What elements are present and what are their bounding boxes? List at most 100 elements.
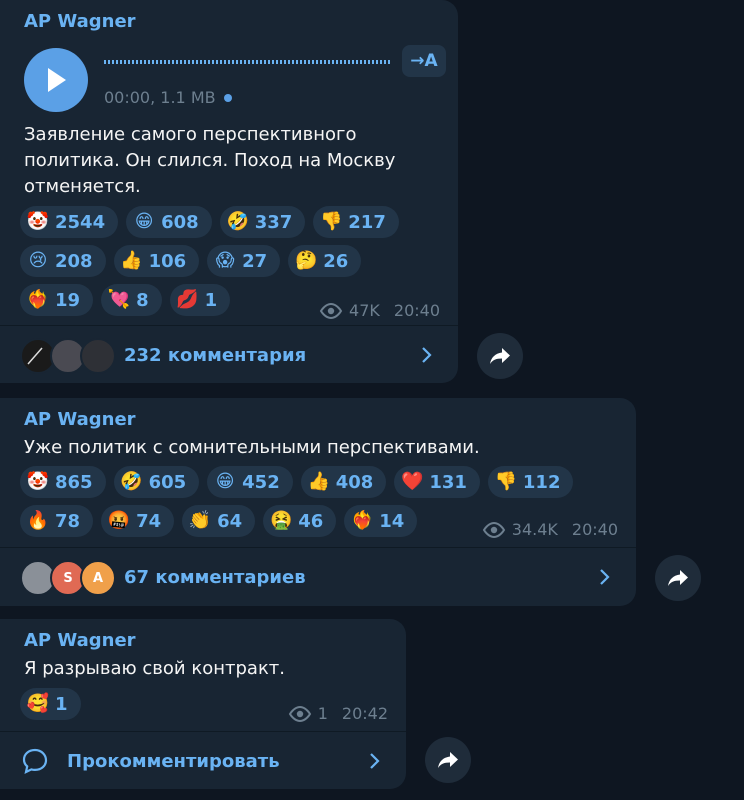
reaction-count: 46 xyxy=(298,510,324,532)
reaction-chip[interactable]: ❤️‍🔥 19 xyxy=(20,284,94,316)
reactions-list: 🤡 2544 😁 608 🤣 337 👎 217 😢 208 👍 106 😱 27 🤔 26 ❤️‍🔥 19 💘 8 💋… xyxy=(20,206,440,316)
share-arrow-icon xyxy=(668,570,688,586)
eye-icon xyxy=(288,705,311,722)
reaction-chip[interactable]: 👎 112 xyxy=(487,466,574,498)
reaction-count: 865 xyxy=(55,471,93,493)
reaction-emoji-icon: 🤡 xyxy=(26,471,50,492)
reaction-emoji-icon: ❤️ xyxy=(401,471,424,492)
message-text: Заявление самого перспективного политика… xyxy=(24,124,396,197)
comments-button[interactable]: 232 комментария xyxy=(0,326,458,384)
reaction-emoji-icon: 👎 xyxy=(494,471,518,492)
reaction-emoji-icon: 👎 xyxy=(320,211,343,232)
reaction-chip[interactable]: 🤮 46 xyxy=(263,505,337,537)
message-text: Уже политик с сомнительными перспективам… xyxy=(24,437,480,458)
reaction-count: 605 xyxy=(148,471,187,493)
unplayed-dot-icon xyxy=(223,93,232,102)
voice-duration: 00:00, 1.1 MB xyxy=(104,88,232,107)
message-author[interactable]: AP Wagner xyxy=(24,11,136,32)
reaction-emoji-icon: 😱 xyxy=(215,250,235,271)
message-time: 20:40 xyxy=(571,520,618,539)
reaction-chip[interactable]: 😁 452 xyxy=(207,466,293,498)
reaction-emoji-icon: 🤔 xyxy=(295,250,318,271)
chevron-right-icon xyxy=(600,569,610,585)
play-icon xyxy=(48,68,66,92)
reaction-count: 131 xyxy=(429,471,467,493)
message-author[interactable]: AP Wagner xyxy=(24,630,136,651)
reaction-count: 78 xyxy=(55,510,81,532)
reaction-count: 608 xyxy=(161,211,199,233)
reaction-chip[interactable]: 🔥 78 xyxy=(20,505,94,537)
reaction-count: 112 xyxy=(522,471,561,493)
view-count: 1 xyxy=(317,704,328,723)
reaction-count: 1 xyxy=(55,693,68,715)
message-bubble-3: AP Wagner Я разрываю свой контракт. 🥰 1 1… xyxy=(0,619,406,789)
reaction-emoji-icon: 😁 xyxy=(215,471,235,492)
message-meta: 47K 20:40 xyxy=(319,301,440,320)
share-button[interactable] xyxy=(655,555,701,601)
reactions-list: 🥰 1 xyxy=(20,688,320,720)
leave-comment-button[interactable]: Прокомментировать xyxy=(0,732,406,790)
message-meta: 34.4K 20:40 xyxy=(482,520,618,539)
comments-count: 67 комментариев xyxy=(124,566,306,588)
reaction-chip[interactable]: 💋 1 xyxy=(169,284,231,316)
message-text: Я разрываю свой контракт. xyxy=(24,658,286,679)
reaction-chip[interactable]: 👍 408 xyxy=(300,466,387,498)
reaction-count: 452 xyxy=(242,471,280,493)
reaction-emoji-icon: ❤️‍🔥 xyxy=(26,289,50,310)
reaction-emoji-icon: 🤡 xyxy=(26,211,50,232)
reaction-chip[interactable]: 👏 64 xyxy=(182,505,256,537)
comments-button[interactable]: S A 67 комментариев xyxy=(0,548,636,606)
reaction-emoji-icon: ❤️‍🔥 xyxy=(351,510,374,531)
reaction-emoji-icon: 🥰 xyxy=(26,693,50,714)
reaction-chip[interactable]: 😁 608 xyxy=(126,206,212,238)
reaction-chip[interactable]: 🥰 1 xyxy=(20,688,81,720)
view-count: 34.4K xyxy=(511,520,558,539)
reaction-chip[interactable]: 👍 106 xyxy=(113,245,200,277)
play-button[interactable] xyxy=(24,48,88,112)
reaction-emoji-icon: 💋 xyxy=(176,289,199,310)
leave-comment-label: Прокомментировать xyxy=(67,750,280,772)
reaction-emoji-icon: 🤣 xyxy=(120,471,143,492)
reaction-emoji-icon: 🔥 xyxy=(26,510,50,531)
reaction-chip[interactable]: 🤔 26 xyxy=(288,245,362,277)
reaction-emoji-icon: 💘 xyxy=(107,289,131,310)
reaction-count: 1 xyxy=(204,289,218,311)
reaction-chip[interactable]: 👎 217 xyxy=(313,206,399,238)
reaction-count: 408 xyxy=(335,471,374,493)
message-bubble-2: AP Wagner Уже политик с сомнительными пе… xyxy=(0,398,636,606)
commenter-avatars xyxy=(20,338,116,374)
reaction-emoji-icon: 🤬 xyxy=(107,510,131,531)
reaction-chip[interactable]: 😱 27 xyxy=(207,245,281,277)
avatar xyxy=(80,338,116,374)
reaction-chip[interactable]: 🤡 2544 xyxy=(20,206,119,238)
reaction-count: 208 xyxy=(55,250,93,272)
reaction-count: 27 xyxy=(242,250,268,272)
reaction-count: 14 xyxy=(379,510,405,532)
share-button[interactable] xyxy=(477,333,523,379)
reaction-count: 8 xyxy=(136,289,149,311)
reaction-chip[interactable]: 🤣 605 xyxy=(113,466,200,498)
reaction-count: 19 xyxy=(55,289,81,311)
reaction-count: 2544 xyxy=(55,211,106,233)
share-button[interactable] xyxy=(425,737,471,783)
reaction-chip[interactable]: 😢 208 xyxy=(20,245,106,277)
reaction-chip[interactable]: 🤣 337 xyxy=(219,206,306,238)
reaction-chip[interactable]: 🤡 865 xyxy=(20,466,106,498)
reaction-chip[interactable]: 💘 8 xyxy=(101,284,162,316)
reaction-count: 217 xyxy=(348,211,386,233)
message-author[interactable]: AP Wagner xyxy=(24,409,136,430)
message-bubble-1: AP Wagner 00:00, 1.1 MB →A Заявление сам… xyxy=(0,0,458,383)
chevron-right-icon xyxy=(370,753,380,769)
reaction-emoji-icon: 🤣 xyxy=(226,211,249,232)
voice-waveform[interactable] xyxy=(104,60,390,64)
transcribe-button[interactable]: →A xyxy=(402,45,446,77)
reaction-chip[interactable]: 🤬 74 xyxy=(101,505,175,537)
comments-count: 232 комментария xyxy=(124,344,307,366)
reaction-emoji-icon: 👍 xyxy=(120,250,143,271)
chevron-right-icon xyxy=(422,347,432,363)
reaction-count: 64 xyxy=(217,510,243,532)
reaction-count: 337 xyxy=(254,211,293,233)
reaction-chip[interactable]: ❤️ 131 xyxy=(394,466,480,498)
reaction-chip[interactable]: ❤️‍🔥 14 xyxy=(344,505,418,537)
reaction-count: 106 xyxy=(148,250,187,272)
